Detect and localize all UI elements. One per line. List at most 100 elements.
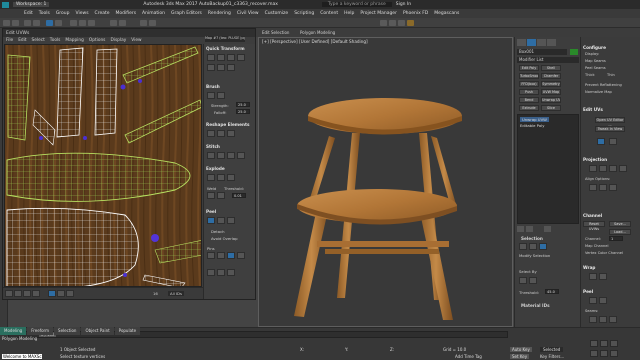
show-end-result-icon[interactable] — [526, 226, 533, 232]
spherical-map-icon[interactable] — [609, 165, 617, 172]
rotate-ccw-icon[interactable] — [227, 54, 235, 61]
edge-sel-to-seams-icon[interactable] — [599, 316, 607, 323]
menu-tools[interactable]: Tools — [39, 11, 50, 16]
go-to-start-icon[interactable] — [590, 340, 598, 347]
move-uv-icon[interactable] — [5, 290, 13, 297]
menu-animation[interactable]: Animation — [142, 11, 165, 16]
mod-ffd-box[interactable]: FFD(box) — [519, 81, 539, 87]
expand-seams-icon[interactable] — [609, 316, 617, 323]
auto-key-button[interactable]: Auto Key — [510, 347, 532, 352]
peel-lscm-icon[interactable] — [599, 297, 607, 304]
uv-menu-select[interactable]: Select — [32, 38, 45, 43]
mod-uvw-map[interactable]: UVW Map — [541, 89, 561, 95]
stack-item-editable-poly[interactable]: Editable Poly — [520, 123, 544, 128]
selection-heading[interactable]: Selection — [521, 236, 543, 241]
tweak-icon[interactable] — [597, 138, 605, 145]
search-field[interactable]: Type a keyword or phrase — [321, 2, 392, 7]
select-by-element-icon[interactable] — [519, 277, 527, 284]
render-teapot-icon[interactable] — [407, 20, 414, 26]
polygon-modeling-tab[interactable]: Polygon Modeling — [2, 336, 37, 341]
pivot-icon[interactable] — [227, 64, 235, 71]
map-channel-radio[interactable]: Map Channel — [585, 244, 608, 248]
peel-rollout-heading[interactable]: Peel — [583, 289, 593, 294]
tab-freeform[interactable]: Freeform — [27, 327, 54, 335]
paint-move-icon[interactable] — [207, 92, 215, 99]
object-color-swatch[interactable] — [570, 49, 578, 55]
mod-symmetry[interactable]: Symmetry — [541, 81, 561, 87]
tab-selection[interactable]: Selection — [54, 327, 81, 335]
uv-canvas[interactable] — [4, 44, 202, 287]
panel-tab-motion[interactable] — [547, 39, 556, 46]
app-logo[interactable] — [2, 1, 9, 8]
workspace-selector[interactable]: Workspace: 1 — [13, 2, 50, 7]
align-z-icon[interactable] — [609, 184, 617, 191]
uv-shell-backrest[interactable] — [6, 207, 139, 287]
menu-content[interactable]: Content — [320, 11, 338, 16]
open-uv-editor-button[interactable]: Open UV Editor ... — [595, 117, 625, 127]
relax-settings-icon[interactable] — [227, 130, 235, 137]
mod-turbosmooth[interactable]: TurboSmooth — [519, 73, 539, 79]
panel-tab-hierarchy[interactable] — [537, 39, 546, 46]
menu-civil-view[interactable]: Civil View — [237, 11, 259, 16]
menu-customize[interactable]: Customize — [265, 11, 289, 16]
threshold-spinner[interactable]: 0.01 — [232, 193, 246, 198]
box-map-icon[interactable] — [619, 165, 627, 172]
selected-dropdown[interactable]: Selected — [540, 347, 564, 352]
select-threshold-spinner[interactable]: 45.0 — [545, 289, 559, 294]
falloff-spinner[interactable]: 25.0 — [236, 109, 250, 114]
channel-heading[interactable]: Channel — [583, 213, 602, 218]
uv-menu-tools[interactable]: Tools — [50, 38, 61, 43]
mirror-icon[interactable] — [140, 20, 147, 26]
stitch-average-icon[interactable] — [227, 152, 235, 159]
tab-populate[interactable]: Populate — [114, 327, 141, 335]
brush-heading[interactable]: Brush — [206, 84, 220, 89]
edit-uvws-window[interactable]: Edit UVWs File Edit Select Tools Mapping… — [2, 28, 256, 300]
auto-pin-icon[interactable] — [227, 252, 235, 259]
rotate-uv-icon[interactable] — [14, 290, 22, 297]
align-y-icon[interactable] — [599, 184, 607, 191]
play-icon[interactable] — [600, 340, 608, 347]
prevent-reflattening-checkbox[interactable]: Prevent Reflattening — [585, 83, 622, 87]
flatten-icon[interactable] — [227, 174, 235, 181]
vertex-color-channel-radio[interactable]: Vertex Color Channel — [585, 251, 623, 255]
link-icon[interactable] — [24, 20, 31, 26]
zoom-icon[interactable] — [590, 350, 598, 357]
tab-object-paint[interactable]: Object Paint — [81, 327, 114, 335]
all-ids-dropdown[interactable]: All IDs — [168, 291, 184, 296]
mod-shell[interactable]: Shell — [541, 65, 561, 71]
planar-map-icon[interactable] — [589, 165, 597, 172]
ribbon-edit-selection[interactable]: Edit Selection — [262, 30, 289, 35]
panel-tab-modify[interactable] — [527, 39, 536, 46]
mod-bend[interactable]: Bend — [519, 97, 539, 103]
stitch-target-icon[interactable] — [217, 152, 225, 159]
select-by-name-icon[interactable] — [55, 20, 62, 26]
pan-icon[interactable] — [600, 350, 608, 357]
menu-group[interactable]: Group — [56, 11, 70, 16]
peel-heading[interactable]: Peel — [206, 209, 216, 214]
strength-spinner[interactable]: 25.0 — [236, 102, 250, 107]
undo-icon[interactable] — [3, 20, 10, 26]
edit-uvs-heading[interactable]: Edit UVs — [583, 107, 603, 112]
configure-heading[interactable]: Configure — [583, 45, 606, 50]
sign-in-link[interactable]: Sign In — [396, 2, 411, 7]
stack-item-unwrap-uvw[interactable]: Unwrap UVW — [520, 117, 549, 122]
rotate-cw-icon[interactable] — [237, 54, 245, 61]
map-seams-checkbox[interactable]: Map Seams — [585, 59, 606, 63]
select-by-ring-icon[interactable] — [529, 277, 537, 284]
stitch-source-icon[interactable] — [207, 152, 215, 159]
target-weld-icon[interactable] — [217, 192, 225, 199]
tweak-in-view-button[interactable]: Tweak In View — [595, 126, 625, 132]
detach-checkbox[interactable]: Detach — [211, 229, 225, 234]
spline-map-icon[interactable] — [589, 273, 597, 280]
reshape-elements-heading[interactable]: Reshape Elements — [206, 122, 249, 127]
flip-icon[interactable] — [217, 64, 225, 71]
menu-views[interactable]: Views — [76, 11, 89, 16]
straighten-selection-icon[interactable] — [207, 130, 215, 137]
snap-icon[interactable] — [110, 20, 117, 26]
freeform-icon[interactable] — [32, 290, 40, 297]
uv-menu-options[interactable]: Options — [89, 38, 106, 43]
object-name-field[interactable]: Box001 — [517, 49, 567, 55]
material-ids-heading[interactable]: Material IDs — [521, 303, 550, 308]
menu-phoenix-fd[interactable]: Phoenix FD — [403, 11, 428, 16]
perspective-viewport[interactable]: [+] [Perspective] [User Defined] [Defaul… — [258, 37, 513, 327]
